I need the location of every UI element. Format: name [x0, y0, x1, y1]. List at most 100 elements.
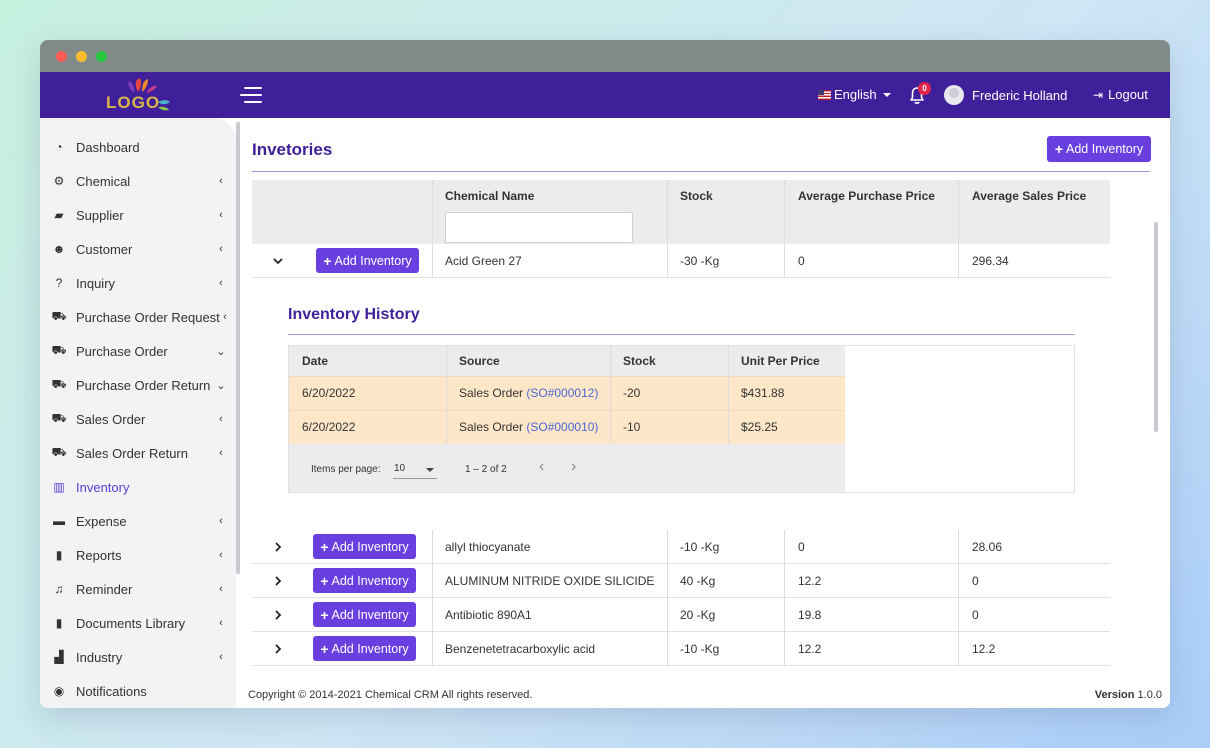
table-row[interactable]: + Add Inventory Acid Green 27 -30 -Kg 0 2…	[252, 244, 1110, 278]
chevron-left-icon: ‹	[219, 175, 223, 187]
stopwatch-icon: ◉	[53, 684, 65, 698]
sidebar-item-label: Supplier	[76, 207, 124, 223]
sidebar-item-label: Dashboard	[76, 139, 140, 155]
sidebar-item-dashboard[interactable]: ◔ Dashboard	[40, 130, 236, 164]
chevron-right-icon[interactable]	[272, 530, 284, 564]
next-page-icon[interactable]: ›	[571, 458, 576, 476]
sidebar-item-sales-order-return[interactable]: ⛟ Sales Order Return ‹	[40, 436, 236, 470]
sidebar-item-supplier[interactable]: ▰ Supplier ‹	[40, 198, 236, 232]
history-cell-unit-price: $25.25	[741, 420, 778, 434]
sidebar-item-label: Documents Library	[76, 615, 186, 631]
sidebar-item-inquiry[interactable]: ? Inquiry ‹	[40, 266, 236, 300]
source-order-link[interactable]: (SO#000010)	[526, 420, 598, 434]
history-cell-source: Sales Order (SO#000012)	[446, 377, 598, 410]
cell-avg-sales-price: 296.34	[972, 254, 1009, 268]
cell-stock: -10 -Kg	[680, 540, 720, 554]
table-scrollbar[interactable]	[1154, 222, 1158, 432]
language-selector[interactable]: English	[818, 87, 891, 102]
sidebar-item-label: Industry	[76, 649, 123, 665]
column-header-avg-sales-price[interactable]: Average Sales Price	[959, 180, 1086, 212]
sidebar-item-purchase-order[interactable]: ⛟ Purchase Order ⌄	[40, 334, 236, 368]
column-header-chemical-name[interactable]: Chemical Name	[432, 180, 534, 212]
column-header-stock[interactable]: Stock	[667, 180, 713, 212]
table-row[interactable]: + Add Inventory Benzenetetracarboxylic aci…	[252, 632, 1110, 666]
inventory-icon: ▥	[53, 480, 65, 494]
history-cell-unit-price: $431.88	[741, 386, 785, 400]
sidebar-item-notifications[interactable]: ◉ Notifications	[40, 674, 236, 708]
caret-down-icon	[882, 92, 891, 97]
history-table-container: Date Source Stock Unit Per Price 6/20/20…	[288, 345, 1075, 493]
chevron-right-icon[interactable]	[272, 564, 284, 598]
row-add-inventory-button[interactable]: + Add Inventory	[313, 636, 416, 661]
logo[interactable]: LOGO	[102, 76, 182, 114]
bar-chart-icon: ▮	[55, 548, 63, 562]
sidebar-item-chemical[interactable]: ⚙ Chemical ‹	[40, 164, 236, 198]
history-header-unit-price[interactable]: Unit Per Price	[728, 346, 820, 376]
logout-button[interactable]: ⇥ Logout	[1093, 87, 1148, 102]
history-header-source[interactable]: Source	[446, 346, 500, 376]
history-table: Date Source Stock Unit Per Price 6/20/20…	[289, 346, 845, 492]
sidebar-item-reports[interactable]: ▮ Reports ‹	[40, 538, 236, 572]
table-row[interactable]: + Add Inventory allyl thiocyanate -10 -Kg 0 2…	[252, 530, 1110, 564]
sidebar-item-label: Chemical	[76, 173, 131, 189]
items-per-page-select[interactable]: 10	[393, 461, 437, 479]
language-label: English	[834, 87, 877, 102]
cart-icon: ⛟	[51, 445, 67, 459]
chevron-down-icon[interactable]	[272, 244, 284, 278]
top-navbar: LOGO English 0 Frederic Holland ⇥ Logout	[40, 72, 1170, 118]
row-add-inventory-button[interactable]: + Add Inventory	[313, 602, 416, 627]
sidebar-item-purchase-order-return[interactable]: ⛟ Purchase Order Return ⌄	[40, 368, 236, 402]
chevron-right-icon[interactable]	[272, 632, 284, 666]
sidebar-item-inventory[interactable]: ▥ Inventory	[40, 470, 236, 504]
sidebar-item-documents-library[interactable]: ▮ Documents Library ‹	[40, 606, 236, 640]
menu-toggle-icon[interactable]	[240, 85, 262, 105]
version-info: Version 1.0.0	[1095, 689, 1162, 701]
table-row[interactable]: + Add Inventory ALUMINUM NITRIDE OXIDE SIL…	[252, 564, 1110, 598]
logo-text: LOGO	[106, 93, 161, 112]
sidebar-item-sales-order[interactable]: ⛟ Sales Order ‹	[40, 402, 236, 436]
sidebar-item-label: Reports	[76, 547, 122, 563]
row-add-inventory-button[interactable]: + Add Inventory	[313, 568, 416, 593]
history-row[interactable]: 6/20/2022 Sales Order (SO#000010) -10 $2…	[289, 410, 845, 444]
row-add-inventory-button[interactable]: + Add Inventory	[313, 534, 416, 559]
previous-page-icon[interactable]: ‹	[539, 458, 544, 476]
history-cell-stock: -10	[623, 420, 641, 434]
add-inventory-button[interactable]: + Add Inventory	[1047, 136, 1151, 162]
row-add-inventory-button[interactable]: + Add Inventory	[316, 248, 419, 273]
plus-icon: +	[320, 640, 329, 657]
history-header-stock[interactable]: Stock	[610, 346, 656, 376]
chevron-left-icon: ‹	[219, 549, 223, 561]
chevron-left-icon: ‹	[223, 311, 227, 323]
chemical-name-filter-input[interactable]	[445, 212, 633, 243]
notifications-button[interactable]: 0	[906, 82, 931, 106]
cell-avg-purchase-price: 19.8	[798, 608, 822, 622]
close-window-button[interactable]	[56, 51, 67, 62]
sidebar-item-label: Reminder	[76, 581, 133, 597]
cell-chemical-name: allyl thiocyanate	[445, 540, 531, 554]
column-header-avg-purchase-price[interactable]: Average Purchase Price	[785, 180, 935, 212]
sidebar-item-label: Expense	[76, 513, 127, 529]
items-per-page-value: 10	[394, 463, 406, 474]
cell-avg-purchase-price: 0	[798, 540, 805, 554]
history-row[interactable]: 6/20/2022 Sales Order (SO#000012) -20 $4…	[289, 376, 845, 410]
source-order-link[interactable]: (SO#000012)	[526, 386, 598, 400]
maximize-window-button[interactable]	[96, 51, 107, 62]
history-cell-source: Sales Order (SO#000010)	[446, 411, 598, 444]
inventory-history-panel: Inventory History Date Source Stock Unit…	[252, 278, 1110, 530]
sidebar-item-purchase-order-request[interactable]: ⛟ Purchase Order Request ‹	[40, 300, 236, 334]
cell-avg-sales-price: 12.2	[972, 642, 996, 656]
history-header-date[interactable]: Date	[289, 346, 328, 376]
table-row[interactable]: + Add Inventory Antibiotic 890A1 20 -Kg 19.8…	[252, 598, 1110, 632]
sidebar-item-customer[interactable]: ☻ Customer ‹	[40, 232, 236, 266]
sidebar-item-industry[interactable]: ▟ Industry ‹	[40, 640, 236, 674]
history-divider	[288, 334, 1075, 335]
sidebar-item-expense[interactable]: ▬ Expense ‹	[40, 504, 236, 538]
user-menu[interactable]: Frederic Holland	[944, 85, 1067, 105]
sidebar-item-reminder[interactable]: ♫ Reminder ‹	[40, 572, 236, 606]
page-range-label: 1 – 2 of 2	[465, 464, 507, 475]
chevron-right-icon[interactable]	[272, 598, 284, 632]
minimize-window-button[interactable]	[76, 51, 87, 62]
cell-chemical-name: ALUMINUM NITRIDE OXIDE SILICIDE	[445, 574, 655, 588]
chevron-down-icon: ⌄	[216, 379, 226, 392]
footer: Copyright © 2014-2021 Chemical CRM All r…	[240, 684, 1170, 708]
